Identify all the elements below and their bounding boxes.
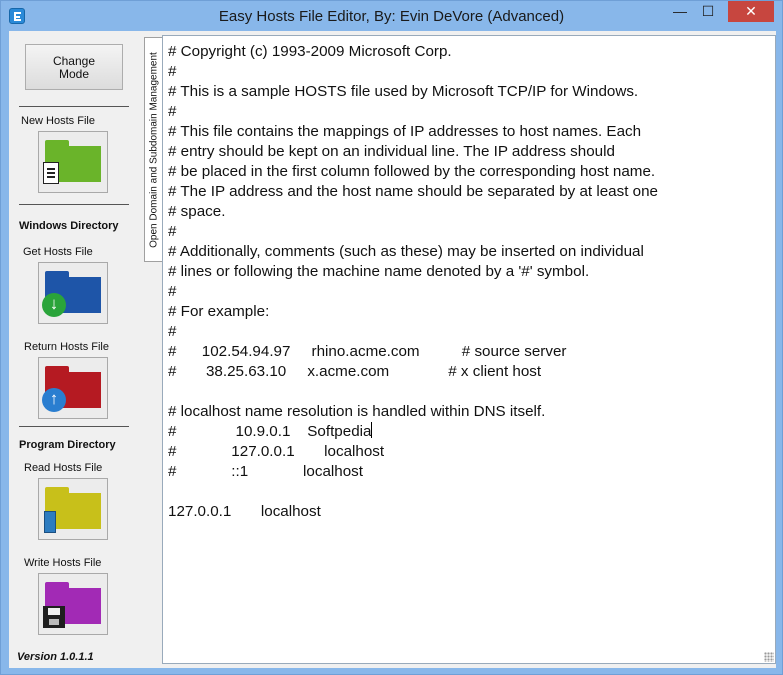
window-title: Easy Hosts File Editor, By: Evin DeVore …: [218, 8, 565, 25]
read-hosts-file-label: Read Hosts File: [24, 462, 103, 474]
hosts-line: [168, 482, 759, 502]
text-caret: [371, 422, 373, 438]
divider: [19, 204, 129, 205]
hosts-line: # For example:: [168, 303, 270, 320]
get-hosts-file-label: Get Hosts File: [23, 246, 93, 258]
return-hosts-file-label: Return Hosts File: [24, 341, 109, 353]
new-hosts-file-label: New Hosts File: [21, 115, 95, 127]
client-area: Change Mode New Hosts File Windows Direc…: [9, 31, 776, 668]
tab-domain-management[interactable]: Open Domain and Subdomain Management: [144, 37, 162, 262]
hosts-line: # 38.25.63.10 x.acme.com # x client host: [168, 363, 542, 380]
new-hosts-file-button[interactable]: [38, 131, 108, 193]
main-window: Easy Hosts File Editor, By: Evin DeVore …: [0, 0, 783, 675]
floppy-disk-icon: [43, 606, 65, 628]
resize-grip-icon[interactable]: [764, 652, 774, 662]
upload-arrow-icon: ↑: [42, 388, 66, 412]
download-arrow-icon: ↓: [42, 293, 66, 317]
hosts-line: # 127.0.0.1 localhost: [168, 443, 385, 460]
hosts-line: # 10.9.0.1 Softpedia: [168, 422, 373, 440]
hosts-line: #: [168, 283, 177, 300]
hosts-line: 127.0.0.1 localhost: [168, 503, 321, 520]
hosts-line: # 102.54.94.97 rhino.acme.com # source s…: [168, 343, 567, 360]
program-directory-heading: Program Directory: [19, 439, 116, 451]
book-icon: [44, 511, 56, 533]
hosts-line: # This file contains the mappings of IP …: [168, 123, 642, 140]
hosts-line: #: [168, 323, 177, 340]
hosts-line: # Copyright (c) 1993-2009 Microsoft Corp…: [168, 43, 452, 60]
change-mode-button[interactable]: Change Mode: [25, 44, 123, 90]
close-button[interactable]: ✕: [728, 1, 774, 22]
divider: [19, 106, 129, 107]
hosts-line: # entry should be kept on an individual …: [168, 143, 615, 160]
hosts-editor[interactable]: # Copyright (c) 1993-2009 Microsoft Corp…: [162, 35, 776, 664]
vertical-scrollbar[interactable]: [760, 36, 775, 663]
get-hosts-file-button[interactable]: ↓: [38, 262, 108, 324]
write-hosts-file-button[interactable]: [38, 573, 108, 635]
hosts-line: # lines or following the machine name de…: [168, 263, 590, 280]
hosts-line: # The IP address and the host name shoul…: [168, 183, 658, 200]
left-panel: Change Mode New Hosts File Windows Direc…: [9, 31, 144, 668]
hosts-file-textarea[interactable]: # Copyright (c) 1993-2009 Microsoft Corp…: [168, 42, 759, 522]
write-hosts-file-label: Write Hosts File: [24, 557, 102, 569]
hosts-line: # Additionally, comments (such as these)…: [168, 243, 644, 260]
read-hosts-file-button[interactable]: [38, 478, 108, 540]
hosts-line: # ::1 localhost: [168, 463, 363, 480]
divider: [19, 426, 129, 427]
hosts-line: #: [168, 223, 177, 240]
hosts-line: # be placed in the first column followed…: [168, 163, 656, 180]
maximize-button[interactable]: ☐: [695, 1, 721, 22]
hosts-line: # space.: [168, 203, 226, 220]
tab-domain-management-label: Open Domain and Subdomain Management: [148, 51, 159, 248]
hosts-line: # This is a sample HOSTS file used by Mi…: [168, 83, 639, 100]
hosts-line: [168, 382, 759, 402]
minimize-button[interactable]: —: [667, 1, 693, 22]
version-label: Version 1.0.1.1: [17, 651, 94, 663]
hosts-line: #: [168, 63, 177, 80]
hosts-line: # localhost name resolution is handled w…: [168, 403, 546, 420]
return-hosts-file-button[interactable]: ↑: [38, 357, 108, 419]
hosts-line: #: [168, 103, 177, 120]
document-icon: [43, 162, 59, 184]
windows-directory-heading: Windows Directory: [19, 220, 119, 232]
title-bar[interactable]: Easy Hosts File Editor, By: Evin DeVore …: [1, 1, 782, 31]
